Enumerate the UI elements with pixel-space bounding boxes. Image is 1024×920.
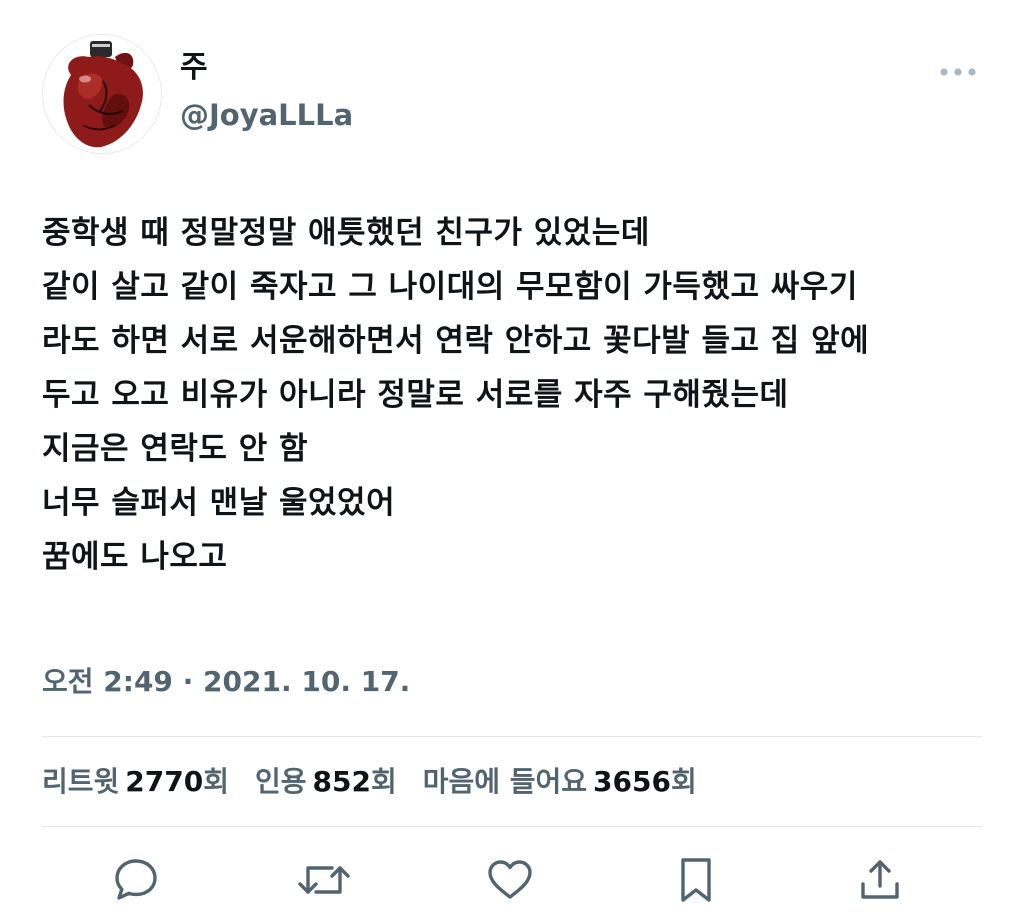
more-options-button[interactable] [932, 54, 984, 90]
tweet-timestamp[interactable]: 오전 2:49 · 2021. 10. 17. [42, 662, 410, 702]
retweets-count: 2770 [125, 765, 204, 798]
quotes-stat[interactable]: 인용 852 회 [255, 762, 397, 802]
quotes-count: 852 [312, 765, 371, 798]
likes-stat[interactable]: 마음에 들어요 3656 회 [423, 762, 697, 802]
retweet-arrows-icon [298, 866, 350, 894]
divider [42, 736, 982, 737]
like-button[interactable] [482, 852, 538, 908]
user-handle[interactable]: @JoyaLLLa [180, 97, 353, 133]
speech-bubble-icon [115, 859, 157, 900]
anatomical-heart-vase-icon [43, 35, 161, 153]
tweet-text-line: 중학생 때 정말정말 애틋했던 친구가 있었는데 [42, 215, 650, 251]
share-upload-icon [861, 860, 899, 899]
tweet-text-line: 너무 슬퍼서 맨날 울었었어 [42, 485, 396, 521]
likes-count: 3656 [593, 765, 671, 798]
display-name[interactable]: 주 [180, 50, 208, 86]
bookmark-icon [681, 858, 711, 902]
tweet-text-line: 같이 살고 같이 죽자고 그 나이대의 무모함이 가득했고 싸우기 [42, 269, 858, 305]
tweet-stats: 리트윗 2770 회 인용 852 회 마음에 들어요 3656 회 [42, 760, 723, 804]
retweets-label: 리트윗 [42, 765, 120, 798]
retweets-stat[interactable]: 리트윗 2770 회 [42, 762, 229, 802]
tweet-text: 중학생 때 정말정말 애틋했던 친구가 있었는데 같이 살고 같이 죽자고 그 … [42, 206, 992, 584]
tweet-text-line: 꿈에도 나오고 [42, 539, 228, 575]
divider [42, 826, 982, 827]
retweets-unit: 회 [203, 765, 229, 798]
retweet-button[interactable] [296, 852, 352, 908]
quotes-unit: 회 [370, 765, 397, 798]
heart-icon [488, 860, 532, 899]
quotes-label: 인용 [254, 765, 307, 798]
likes-label: 마음에 들어요 [422, 765, 588, 798]
avatar[interactable] [42, 34, 162, 154]
tweet-text-line: 라도 하면 서로 서운해하면서 연락 안하고 꽃다발 들고 집 앞에 [42, 323, 870, 359]
tweet-text-line: 지금은 연락도 안 함 [42, 431, 309, 467]
share-button[interactable] [852, 852, 908, 908]
tweet-text-line: 두고 오고 비유가 아니라 정말로 서로를 자주 구해줬는데 [42, 377, 789, 413]
reply-button[interactable] [108, 852, 164, 908]
more-dots-icon [940, 68, 976, 76]
bookmark-button[interactable] [668, 852, 724, 908]
likes-unit: 회 [670, 765, 697, 798]
